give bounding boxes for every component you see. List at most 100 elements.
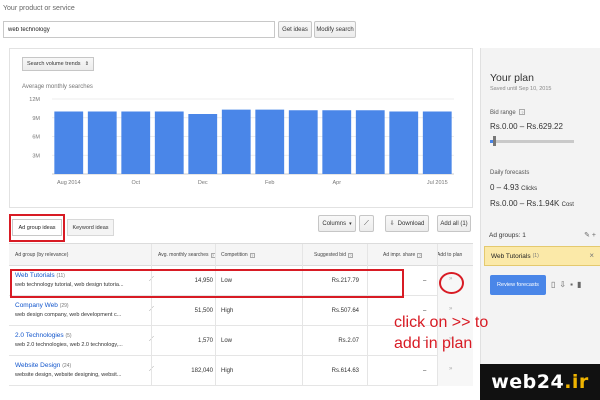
download-icon[interactable]: ⇩ xyxy=(559,280,570,289)
tab-keyword-ideas[interactable]: Keyword ideas xyxy=(67,219,114,236)
header-add-to-plan: Add to plan xyxy=(437,252,463,258)
chart-bar[interactable] xyxy=(288,110,318,174)
chart-toggle-button[interactable]: ⟋ xyxy=(359,215,374,232)
chevron-down-icon: ▾ xyxy=(349,220,352,227)
trash-icon[interactable]: ▮ xyxy=(577,280,585,289)
review-forecasts-button[interactable]: Review forecasts xyxy=(490,275,546,295)
columns-button[interactable]: Columns ▾ xyxy=(318,215,356,232)
bid-slider-handle[interactable] xyxy=(493,136,497,146)
plan-action-icons: ▯⇩▪▮ xyxy=(551,280,585,289)
edit-icon[interactable]: ✎ xyxy=(584,232,590,239)
ad-group-name: Website Design xyxy=(15,362,61,369)
header-ad-impr-share[interactable]: Ad impr. share? xyxy=(383,244,423,266)
x-tick-label: Dec xyxy=(198,180,208,186)
help-icon: ? xyxy=(249,252,255,258)
add-icon[interactable]: + xyxy=(592,232,596,239)
modify-search-button[interactable]: Modify search xyxy=(314,21,356,38)
column-divider xyxy=(367,244,368,386)
avg-searches-value: 182,040 xyxy=(191,368,213,374)
x-tick-label: Oct xyxy=(131,180,140,186)
add-arrow-highlight-circle xyxy=(439,272,464,294)
chart-bar[interactable] xyxy=(422,111,452,175)
tab-highlight-box xyxy=(9,214,65,242)
add-to-plan-cell xyxy=(438,356,473,386)
avg-searches-value: 1,570 xyxy=(197,338,213,344)
add-all-button[interactable]: Add all (1) xyxy=(437,215,471,232)
x-tick-label: Jul 2015 xyxy=(427,180,448,186)
help-icon: ? xyxy=(417,252,423,258)
header-ad-impr-share-label: Ad impr. share xyxy=(383,252,416,258)
ad-group-link[interactable]: Company Web (29) xyxy=(15,302,69,309)
y-tick-label: 3M xyxy=(32,153,40,159)
plan-adgroup-web-tutorials[interactable]: Web Tutorials (1) × xyxy=(484,246,600,266)
chart-bar[interactable] xyxy=(221,109,251,174)
ad-group-count: (24) xyxy=(62,363,72,369)
ad-group-link[interactable]: 2.0 Technologies (5) xyxy=(15,332,72,339)
search-volume-panel: Search volume trends ⇕ Average monthly s… xyxy=(9,48,473,208)
chart-bar[interactable] xyxy=(322,110,352,174)
header-ad-group[interactable]: Ad group (by relevance) xyxy=(15,244,68,266)
header-suggested-bid[interactable]: Suggested bid? xyxy=(314,244,353,266)
column-divider xyxy=(151,244,152,386)
suggested-bid-value: Rs.507.64 xyxy=(331,308,359,314)
header-competition-label: Competition xyxy=(221,252,248,258)
chart-bar[interactable] xyxy=(87,111,117,175)
suggested-bid-value: Rs.2.07 xyxy=(338,338,359,344)
cost-unit: Cost xyxy=(561,202,574,208)
trend-select-label: Search volume trends xyxy=(27,61,81,67)
table-header: Ad group (by relevance) Avg. monthly sea… xyxy=(9,244,473,266)
ad-impr-share-value: – xyxy=(423,278,427,284)
x-tick-label: Apr xyxy=(332,180,341,186)
download-button[interactable]: ⇩ Download xyxy=(385,215,429,232)
search-volume-trends-select[interactable]: Search volume trends ⇕ xyxy=(22,57,94,71)
header-competition[interactable]: Competition? xyxy=(221,244,255,266)
chart-bar[interactable] xyxy=(154,111,184,175)
plan-header-icons: ✎ + xyxy=(584,231,596,239)
chart-title: Average monthly searches xyxy=(22,84,93,90)
ad-group-link[interactable]: Website Design (24) xyxy=(15,362,71,369)
chart-bar[interactable] xyxy=(121,111,151,175)
plan-adgroup-count: (1) xyxy=(532,253,539,259)
chart-bar[interactable] xyxy=(54,111,84,175)
product-label: Your product or service xyxy=(3,5,75,12)
plan-adgroup-name: Web Tutorials xyxy=(491,252,531,260)
cost-forecast: Rs.0.00 – Rs.1.94K Cost xyxy=(490,199,574,208)
close-icon[interactable]: × xyxy=(589,251,594,260)
ad-group-keywords: web 2.0 technologies, web 2.0 technology… xyxy=(15,342,123,348)
ad-impr-share-value: – xyxy=(423,368,427,374)
product-search-input[interactable] xyxy=(3,21,275,38)
plan-sidebar: Your plan Saved until Sep 10, 2015 Bid r… xyxy=(480,48,600,400)
chart-bar[interactable] xyxy=(389,111,419,175)
y-tick-label: 6M xyxy=(32,135,40,141)
download-icon: ⇩ xyxy=(389,221,395,227)
competition-value: Low xyxy=(221,338,233,344)
avg-searches-value: 51,500 xyxy=(194,308,213,314)
watermark-logo: web24 .ir xyxy=(480,364,600,400)
line-chart-icon: ⟋ xyxy=(364,219,369,227)
annotation-line-1: click on >> to xyxy=(394,314,489,331)
get-ideas-button[interactable]: Get ideas xyxy=(278,21,312,38)
table-row: Website Design (24) website design, webs… xyxy=(9,356,473,386)
plan-adgroups-count: Ad groups: 1 xyxy=(489,232,526,239)
ad-group-keywords: website design, website designing, websi… xyxy=(15,372,122,378)
save-icon[interactable]: ▪ xyxy=(570,280,577,289)
chart-bar[interactable] xyxy=(255,109,285,174)
bid-slider-track[interactable] xyxy=(490,140,574,143)
columns-label: Columns xyxy=(322,220,347,227)
ad-group-name: Company Web xyxy=(15,302,58,309)
column-divider xyxy=(215,244,216,386)
y-tick-label: 12M xyxy=(29,97,40,103)
watermark-text: web24 xyxy=(491,371,565,393)
clicks-forecast: 0 – 4.93 Clicks xyxy=(490,183,537,192)
updown-arrow-icon: ⇕ xyxy=(84,61,89,67)
plan-title: Your plan xyxy=(490,72,534,84)
chart-bar[interactable] xyxy=(355,110,385,174)
ad-group-count: (5) xyxy=(65,333,72,339)
chart-bar[interactable] xyxy=(188,114,218,174)
monthly-searches-chart: 3M 6M 9M 12M Aug 2014 Oct Dec Feb Apr Jul 2015 xyxy=(29,97,454,186)
x-tick-label: Aug 2014 xyxy=(57,180,81,186)
header-avg-searches[interactable]: Avg. monthly searches? xyxy=(158,244,216,266)
add-to-plan-arrow-icon[interactable]: » xyxy=(449,366,452,372)
x-tick-label: Feb xyxy=(265,180,274,186)
competition-value: High xyxy=(221,368,234,374)
